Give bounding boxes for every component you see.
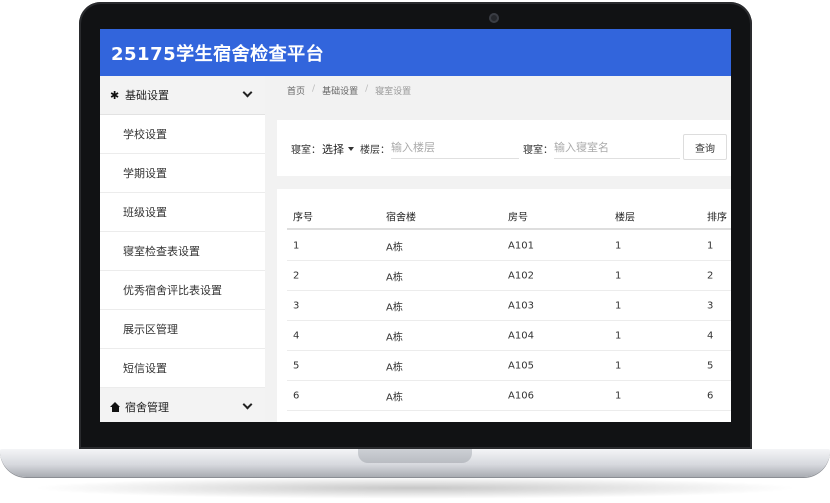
table-cell: 2 bbox=[707, 270, 714, 281]
table-cell: A103 bbox=[508, 300, 534, 311]
sidebar-group-label: 基础设置 bbox=[125, 89, 169, 102]
app-screen: 25175学生宿舍检查平台 ✱ 基础设置 学校设置 学期设置 班级设置 寝室检查… bbox=[100, 29, 731, 422]
sidebar-item-label: 班级设置 bbox=[123, 206, 167, 219]
table-cell: 6 bbox=[293, 390, 300, 401]
table-cell: A106 bbox=[508, 390, 534, 401]
query-button[interactable]: 查询 bbox=[683, 134, 727, 160]
sidebar-group-label: 宿舍管理 bbox=[125, 401, 169, 414]
sidebar-item-dorm-check-form[interactable]: 寝室检查表设置 bbox=[100, 232, 265, 271]
laptop-shadow bbox=[30, 477, 800, 499]
table-header: 序号 宿舍楼 房号 楼层 排序 bbox=[287, 203, 731, 230]
chevron-down-icon[interactable] bbox=[242, 399, 253, 410]
top-bar: 25175学生宿舍检查平台 bbox=[100, 29, 731, 76]
dorm-filter-label: 寝室： bbox=[291, 145, 321, 156]
table-cell: 4 bbox=[293, 330, 300, 341]
table-cell: A101 bbox=[508, 240, 534, 251]
camera-icon bbox=[489, 13, 499, 23]
laptop-notch bbox=[358, 449, 472, 463]
dorm-table: 序号 宿舍楼 房号 楼层 排序 1 A栋 A101 1 1 2 A栋 A102 … bbox=[277, 189, 731, 422]
room-name-input[interactable] bbox=[554, 137, 680, 159]
table-cell: A栋 bbox=[386, 392, 403, 403]
column-header: 宿舍楼 bbox=[386, 212, 416, 223]
room-filter-label: 寝室： bbox=[523, 145, 553, 156]
sidebar-item-school-settings[interactable]: 学校设置 bbox=[100, 115, 265, 154]
sidebar-item-label: 展示区管理 bbox=[123, 323, 178, 336]
table-cell: 3 bbox=[707, 300, 714, 311]
table-cell: 5 bbox=[707, 360, 714, 371]
sidebar-item-label: 学期设置 bbox=[123, 167, 167, 180]
app-title: 25175学生宿舍检查平台 bbox=[111, 44, 325, 65]
building-select[interactable]: 选择 bbox=[322, 141, 354, 157]
table-cell: A栋 bbox=[386, 332, 403, 343]
table-cell: A栋 bbox=[386, 272, 403, 283]
breadcrumb: 首页 / 基础设置 / 寝室设置 bbox=[287, 84, 411, 97]
breadcrumb-basic-settings[interactable]: 基础设置 bbox=[322, 84, 358, 97]
table-row[interactable]: 5 A栋 A105 1 5 bbox=[287, 351, 731, 381]
floor-filter-label: 楼层： bbox=[360, 145, 390, 156]
sidebar-group-dorm-management[interactable]: 宿舍管理 bbox=[100, 388, 265, 422]
column-header: 排序 bbox=[707, 212, 727, 223]
table-row[interactable]: 4 A栋 A104 1 4 bbox=[287, 321, 731, 351]
sidebar-item-class-settings[interactable]: 班级设置 bbox=[100, 193, 265, 232]
filter-panel: 寝室： 选择 楼层： 寝室： 查询 bbox=[277, 120, 731, 176]
sidebar-group-basic-settings[interactable]: ✱ 基础设置 bbox=[100, 76, 265, 115]
table-row[interactable]: 1 A栋 A101 1 1 bbox=[287, 231, 731, 261]
main-content: 首页 / 基础设置 / 寝室设置 寝室： 选择 楼层： 寝室： 查询 序号 宿舍… bbox=[266, 76, 731, 422]
sidebar-item-label: 学校设置 bbox=[123, 128, 167, 141]
table-cell: A栋 bbox=[386, 362, 403, 373]
sidebar-item-excellent-dorm-form[interactable]: 优秀宿舍评比表设置 bbox=[100, 271, 265, 310]
table-cell: 1 bbox=[293, 240, 300, 251]
table-cell: 1 bbox=[615, 330, 622, 341]
column-header: 序号 bbox=[293, 212, 313, 223]
table-cell: 1 bbox=[707, 240, 714, 251]
table-cell: 1 bbox=[615, 390, 622, 401]
sidebar-item-display-area[interactable]: 展示区管理 bbox=[100, 310, 265, 349]
table-cell: 1 bbox=[615, 240, 622, 251]
table-cell: 1 bbox=[615, 300, 622, 311]
table-row[interactable]: 6 A栋 A106 1 6 bbox=[287, 381, 731, 411]
table-cell: A栋 bbox=[386, 242, 403, 253]
sidebar-item-label: 寝室检查表设置 bbox=[123, 245, 200, 258]
chevron-down-icon[interactable] bbox=[242, 87, 253, 98]
breadcrumb-current: 寝室设置 bbox=[375, 87, 412, 97]
home-icon bbox=[110, 402, 121, 412]
sidebar-item-label: 优秀宿舍评比表设置 bbox=[123, 284, 222, 297]
sidebar-item-sms-settings[interactable]: 短信设置 bbox=[100, 349, 265, 388]
table-cell: 6 bbox=[707, 390, 714, 401]
table-cell: 1 bbox=[615, 270, 622, 281]
table-cell: 1 bbox=[615, 360, 622, 371]
sidebar-item-semester-settings[interactable]: 学期设置 bbox=[100, 154, 265, 193]
table-cell: A105 bbox=[508, 360, 534, 371]
caret-down-icon bbox=[348, 147, 354, 151]
breadcrumb-home[interactable]: 首页 bbox=[287, 84, 305, 97]
column-header: 楼层 bbox=[615, 212, 635, 223]
table-cell: A104 bbox=[508, 330, 534, 341]
table-cell: 5 bbox=[293, 360, 300, 371]
table-cell: 2 bbox=[293, 270, 300, 281]
breadcrumb-separator: / bbox=[312, 84, 316, 94]
building-select-value: 选择 bbox=[322, 143, 344, 156]
table-row[interactable]: 3 A栋 A103 1 3 bbox=[287, 291, 731, 321]
column-header: 房号 bbox=[508, 212, 528, 223]
table-cell: A栋 bbox=[386, 302, 403, 313]
table-row[interactable]: 2 A栋 A102 1 2 bbox=[287, 261, 731, 291]
gear-icon: ✱ bbox=[110, 88, 120, 102]
floor-input[interactable] bbox=[391, 137, 519, 159]
table-cell: 3 bbox=[293, 300, 300, 311]
table-cell: 4 bbox=[707, 330, 714, 341]
sidebar: ✱ 基础设置 学校设置 学期设置 班级设置 寝室检查表设置 优秀宿舍评比表设置 … bbox=[100, 76, 265, 422]
sidebar-item-label: 短信设置 bbox=[123, 362, 167, 375]
table-cell: A102 bbox=[508, 270, 534, 281]
breadcrumb-separator: / bbox=[365, 84, 369, 94]
